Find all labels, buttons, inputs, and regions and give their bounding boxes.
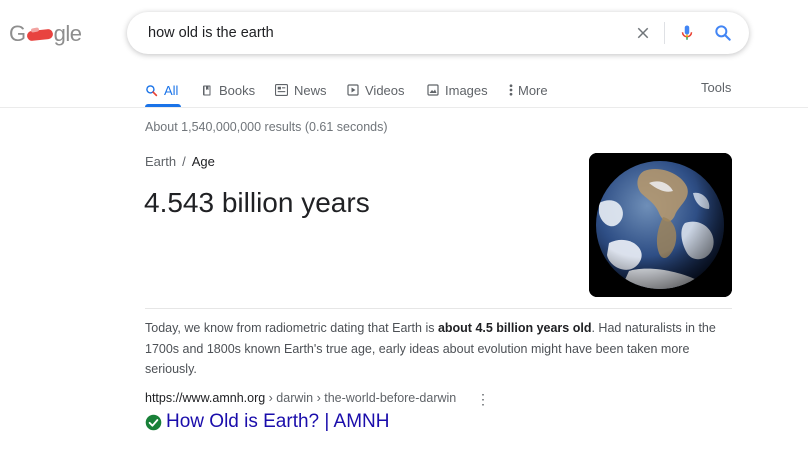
google-logo[interactable]: Ggle [9, 21, 82, 47]
logo-text-left: G [9, 21, 26, 46]
search-divider [664, 22, 665, 44]
breadcrumb-leaf: Age [191, 154, 215, 169]
search-icon[interactable] [713, 23, 733, 43]
verified-check-icon [145, 414, 162, 430]
tab-label: More [518, 82, 548, 98]
citation-domain: https://www.amnh.org [145, 391, 266, 405]
tab-label: Videos [365, 82, 405, 98]
tab-books[interactable]: Books [201, 80, 255, 100]
earth-image[interactable] [589, 153, 732, 297]
tab-all[interactable]: All [145, 80, 178, 100]
result-title-row: How Old is Earth? | AMNH [145, 411, 390, 433]
tab-news[interactable]: News [275, 80, 327, 100]
image-icon [427, 84, 439, 96]
book-icon [203, 85, 211, 95]
tab-label: News [294, 82, 327, 98]
result-title-link[interactable]: How Old is Earth? | AMNH [166, 411, 390, 433]
tab-label: All [164, 82, 179, 98]
breadcrumb-root[interactable]: Earth [145, 154, 176, 169]
featured-answer: 4.543 billion years [144, 187, 370, 218]
tab-images[interactable]: Images [427, 80, 488, 100]
search-input[interactable] [146, 24, 610, 42]
featured-snippet: Today, we know from radiometric dating t… [145, 318, 735, 380]
logo-doodle-icon [27, 28, 53, 42]
tab-label: Books [219, 82, 256, 98]
snippet-text-before: Today, we know from radiometric dating t… [145, 321, 438, 335]
logo-text-right: gle [53, 21, 82, 46]
snippet-highlight: about 4.5 billion years old [437, 321, 592, 335]
more-vert-icon [509, 84, 513, 96]
result-citation[interactable]: https://www.amnh.org › darwin › the-worl… [145, 391, 456, 405]
tab-more[interactable]: More [509, 80, 548, 100]
tab-videos[interactable]: Videos [347, 80, 405, 100]
citation-path: › darwin › the-world-before-darwin [265, 391, 457, 405]
answer-breadcrumb: Earth / Age [145, 154, 215, 169]
header-divider [0, 107, 808, 108]
section-divider [145, 308, 732, 309]
tools-button[interactable]: Tools [701, 80, 731, 95]
news-icon [275, 84, 288, 96]
microphone-icon[interactable] [678, 22, 696, 44]
clear-icon[interactable] [634, 24, 652, 42]
breadcrumb-separator: / [182, 154, 186, 169]
video-icon [347, 84, 359, 96]
result-options-icon[interactable]: ⋮ [476, 391, 490, 408]
search-icon [146, 84, 158, 96]
earth-globe-icon [589, 153, 732, 297]
search-box [127, 12, 749, 54]
result-stats: About 1,540,000,000 results (0.61 second… [145, 120, 388, 134]
tab-label: Images [445, 82, 488, 98]
